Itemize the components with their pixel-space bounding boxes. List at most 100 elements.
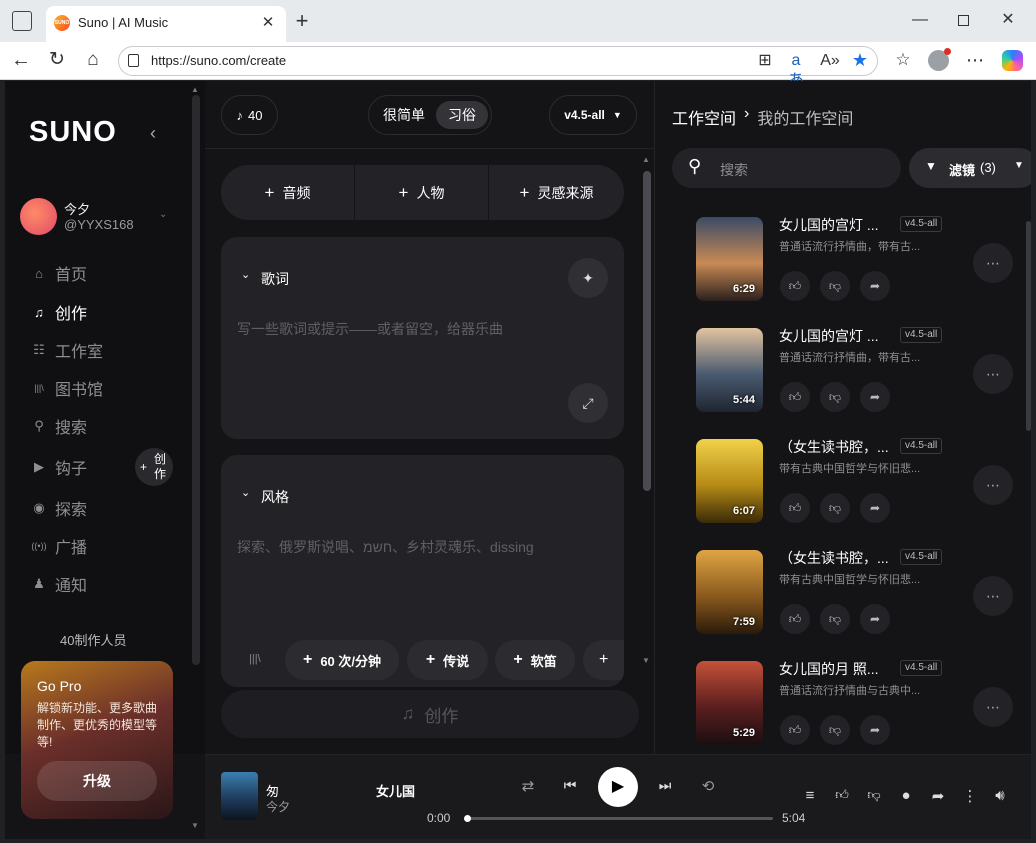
profile-avatar[interactable] xyxy=(928,48,951,71)
sidebar-item-6[interactable]: ◉ 探索 xyxy=(31,497,87,519)
upgrade-button[interactable]: 升级 xyxy=(37,761,157,801)
sidebar-scroll-up-icon[interactable]: ▲ xyxy=(191,85,199,94)
sidebar-scrollbar[interactable] xyxy=(192,95,200,665)
favorite-star-icon[interactable]: ★ xyxy=(849,50,871,70)
dislike-icon[interactable]: 👎︎ xyxy=(820,382,850,412)
back-icon[interactable]: ← xyxy=(10,50,32,70)
new-tab-icon[interactable]: + xyxy=(290,10,314,32)
breadcrumb-current[interactable]: 我的工作空间 xyxy=(757,105,853,129)
style-chevron-icon[interactable]: ⌄ xyxy=(241,486,250,499)
song-title[interactable]: （女生读书腔，... xyxy=(779,548,891,568)
song-row[interactable]: 7:59 （女生读书腔，... v4.5-all 带有古典中国哲学与怀旧悲... 👍︎ 👎… xyxy=(696,548,1026,650)
go-pro-card[interactable]: Go Pro 解锁新功能、更多歌曲制作、更优秀的模型等等! 升级 xyxy=(21,661,173,819)
sidebar-item-2[interactable]: ☷ 工作室 xyxy=(31,339,103,361)
dislike-icon[interactable]: 👎︎ xyxy=(820,604,850,634)
create-button[interactable]: ♫ 创作 xyxy=(221,690,639,738)
play-button[interactable]: ▶ xyxy=(598,767,638,807)
create-scroll-down-icon[interactable]: ▼ xyxy=(642,656,650,665)
mode-simple-tab[interactable]: 很简单 xyxy=(375,101,433,129)
song-more-icon[interactable]: ⋯ xyxy=(973,243,1013,283)
song-cover[interactable]: 6:07 xyxy=(696,439,763,523)
sidebar-item-5[interactable]: ▶ 钩子 xyxy=(31,456,87,478)
browser-tab[interactable]: SUNO Suno | AI Music ✕ xyxy=(46,6,286,42)
comment-icon[interactable]: ● xyxy=(895,787,917,804)
breadcrumb-root[interactable]: 工作空间 xyxy=(672,105,736,129)
song-title[interactable]: （女生读书腔，... xyxy=(779,437,891,457)
magic-wand-icon[interactable]: ✦ xyxy=(568,258,608,298)
model-select[interactable]: v4.5-all ▼ xyxy=(549,95,637,135)
app-available-icon[interactable]: ⊞ xyxy=(755,51,775,71)
now-playing-cover[interactable] xyxy=(221,772,258,820)
now-playing-artist[interactable]: 今夕 xyxy=(266,798,290,815)
sidebar-item-4[interactable]: ⚲ 搜索 xyxy=(31,415,87,437)
song-title[interactable]: 女儿国的月 照... xyxy=(779,659,891,679)
close-tab-icon[interactable]: ✕ xyxy=(258,13,278,33)
user-name[interactable]: 今夕 xyxy=(64,199,90,218)
style-tag-flute[interactable]: + 软笛 xyxy=(495,640,575,680)
sidebar-item-0[interactable]: ⌂ 首页 xyxy=(31,262,87,285)
dislike-icon[interactable]: 👎︎ xyxy=(820,715,850,745)
song-more-icon[interactable]: ⋯ xyxy=(973,465,1013,505)
user-avatar[interactable] xyxy=(20,198,57,235)
collapse-sidebar-icon[interactable]: ‹ xyxy=(150,123,156,144)
style-input[interactable]: 探索、俄罗斯说唱、חשמ、乡村灵魂乐、dissing xyxy=(237,537,607,597)
credits-pill[interactable]: ♪ 40 xyxy=(221,95,278,135)
address-bar[interactable]: https://suno.com/create ⊞ aあ A͏» ★ xyxy=(118,46,878,89)
like-icon[interactable]: 👍︎ xyxy=(780,382,810,412)
song-row[interactable]: 5:29 女儿国的月 照... v4.5-all 普通话流行抒情曲与古典中... 👍︎ 👎… xyxy=(696,659,1026,761)
lyrics-chevron-icon[interactable]: ⌄ xyxy=(241,268,250,281)
user-menu-chevron-icon[interactable]: ⌄ xyxy=(159,209,167,220)
song-row[interactable]: 6:07 （女生读书腔，... v4.5-all 带有古典中国哲学与怀旧悲... 👍︎ 👎… xyxy=(696,437,1026,539)
shuffle-icon[interactable]: ⇄ xyxy=(517,777,539,795)
create-scroll-up-icon[interactable]: ▲ xyxy=(642,155,650,164)
share-icon[interactable]: ➦ xyxy=(860,604,890,634)
style-tag-legend[interactable]: + 传说 xyxy=(407,640,488,680)
create-scrollbar[interactable] xyxy=(643,171,651,491)
expand-icon[interactable]: ⤢ xyxy=(568,383,608,423)
sidebar-scroll-down-icon[interactable]: ▼ xyxy=(191,821,199,830)
like-icon[interactable]: 👍︎ xyxy=(780,493,810,523)
dislike-icon[interactable]: 👎︎ xyxy=(820,493,850,523)
add-persona-button[interactable]: + 人物 xyxy=(355,165,489,220)
like-icon[interactable]: 👍︎ xyxy=(780,604,810,634)
song-more-icon[interactable]: ⋯ xyxy=(973,576,1013,616)
share-icon[interactable]: ➦ xyxy=(860,271,890,301)
lyrics-label[interactable]: 歌词 xyxy=(261,269,289,289)
sidebar-item-8[interactable]: ♟ 通知 xyxy=(31,573,87,595)
song-row[interactable]: 5:44 女儿国的宫灯 ... v4.5-all 普通话流行抒情曲，带有古... 👍︎ 👎… xyxy=(696,326,1026,428)
song-cover[interactable]: 7:59 xyxy=(696,550,763,634)
previous-icon[interactable]: ⏮ xyxy=(559,777,581,794)
style-label[interactable]: 风格 xyxy=(261,487,289,507)
share-icon[interactable]: ➦ xyxy=(860,493,890,523)
suno-logo[interactable]: SUNO xyxy=(29,116,117,149)
add-audio-button[interactable]: + 音频 xyxy=(221,165,355,220)
style-tag-bpm[interactable]: +60 次/分钟 xyxy=(285,640,399,680)
mode-custom-tab[interactable]: 习俗 xyxy=(436,101,488,129)
workspace-scrollbar[interactable] xyxy=(1026,221,1031,431)
tab-actions-icon[interactable] xyxy=(12,11,32,31)
song-cover[interactable]: 5:29 xyxy=(696,661,763,745)
song-title[interactable]: 女儿国的宫灯 ... xyxy=(779,326,891,346)
reload-icon[interactable]: ↻ xyxy=(46,50,68,70)
sidebar-item-7[interactable]: ((•)) 广播 xyxy=(31,535,87,557)
like-icon[interactable]: 👍︎ xyxy=(780,715,810,745)
more-options-icon[interactable]: ⋮ xyxy=(959,787,981,805)
workspace-search[interactable]: ⚲ 搜索 xyxy=(672,148,901,188)
repeat-icon[interactable]: ⟲ xyxy=(697,777,719,795)
share-icon[interactable]: ➦ xyxy=(860,715,890,745)
song-cover[interactable]: 6:29 xyxy=(696,217,763,301)
thumbs-up-icon[interactable]: 👍︎ xyxy=(831,787,853,803)
song-row[interactable]: 6:29 女儿国的宫灯 ... v4.5-all 普通话流行抒情曲，带有古... 👍︎ 👎… xyxy=(696,215,1026,317)
favorites-icon[interactable]: ☆ xyxy=(892,50,914,70)
create-chip[interactable]: + 创 作 xyxy=(135,448,173,486)
song-title[interactable]: 女儿国的宫灯 ... xyxy=(779,215,891,235)
sidebar-item-1[interactable]: ♫ 创作 xyxy=(31,301,87,324)
maximize-icon[interactable] xyxy=(954,11,974,31)
filter-button[interactable]: ▼ 滤镜 (3) ▼ xyxy=(909,148,1031,188)
add-inspiration-button[interactable]: + 灵感来源 xyxy=(489,165,624,220)
read-aloud-icon[interactable]: A͏» xyxy=(819,51,841,71)
song-more-icon[interactable]: ⋯ xyxy=(973,687,1013,727)
lyrics-input[interactable]: 写一些歌词或提示——或者留空，给器乐曲 xyxy=(237,319,607,379)
minimize-icon[interactable]: — xyxy=(908,10,932,30)
copilot-icon[interactable] xyxy=(1002,50,1023,71)
